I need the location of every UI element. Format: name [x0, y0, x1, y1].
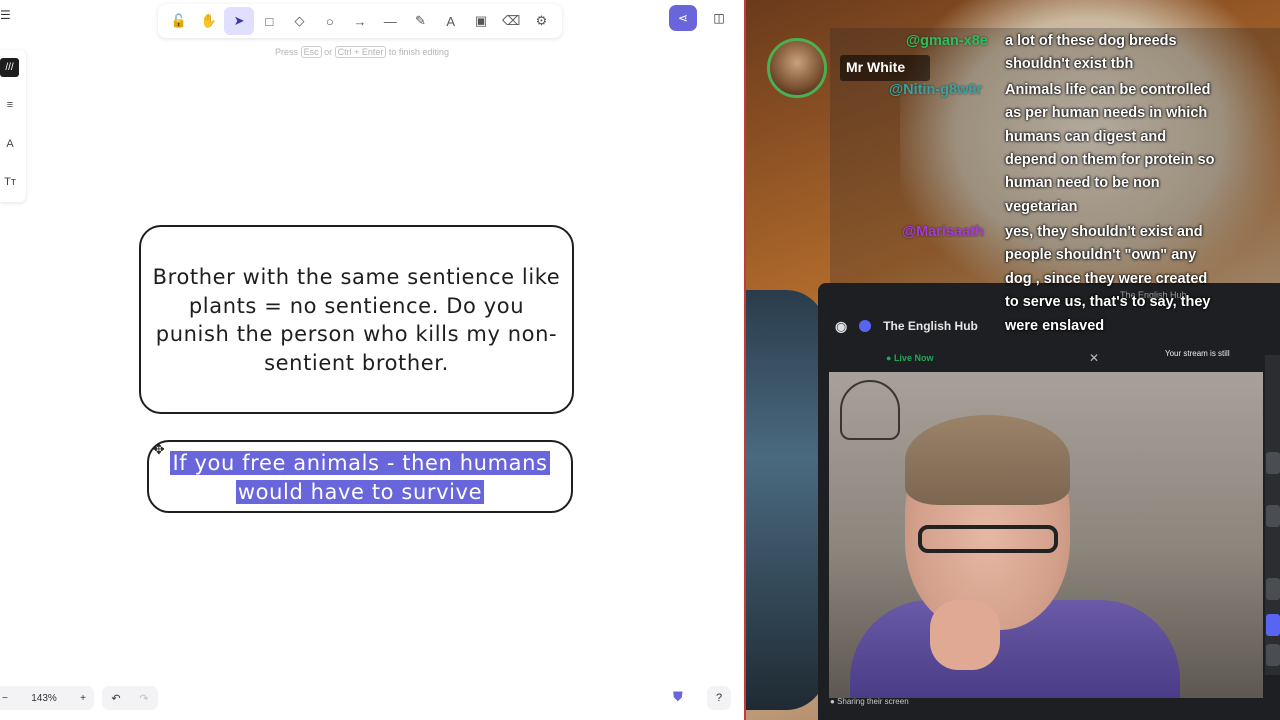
- hint-suffix: to finish editing: [388, 47, 449, 57]
- chat-line: as per human needs in which: [1005, 105, 1208, 121]
- strip-item[interactable]: [1266, 452, 1280, 474]
- select-icon[interactable]: ➤: [224, 7, 254, 35]
- undo-icon[interactable]: ↶: [111, 692, 120, 705]
- hand-icon[interactable]: ✋: [194, 7, 223, 35]
- share-button[interactable]: ⋖: [669, 5, 697, 31]
- strip-item[interactable]: [1266, 644, 1280, 666]
- chat-user: @Marisaath: [902, 224, 984, 240]
- server-name: The English Hub: [883, 319, 978, 333]
- zoom-level[interactable]: 143%: [31, 693, 57, 704]
- discord-footer: ● Sharing their screen: [830, 697, 909, 706]
- drawing-toolbar: 🔓 ✋ ➤ □ ◇ ○ → — ✎ A ▣ ⌫ ⚙: [158, 4, 562, 38]
- shield-icon[interactable]: ⛊: [673, 689, 689, 707]
- move-cursor-icon: ✥: [153, 441, 165, 457]
- editing-hint: Press Esc or Ctrl + Enter to finish edit…: [262, 46, 462, 58]
- streamer-name: Mr White: [840, 55, 930, 81]
- person-glasses: [918, 525, 1058, 553]
- text-card-brother[interactable]: Brother with the same sentience like pla…: [139, 225, 574, 414]
- selected-text-line-2[interactable]: would have to survive: [235, 479, 485, 504]
- chat-user: @Nitin-g8w0r: [889, 82, 983, 98]
- live-label: Live Now: [893, 353, 934, 363]
- chat-line: depend on them for protein so: [1005, 152, 1215, 168]
- diamond-icon[interactable]: ◇: [285, 7, 314, 35]
- card-text: Brother with the same sentience like pla…: [152, 265, 561, 375]
- hint-or: or: [324, 47, 333, 57]
- chat-line: were enslaved: [1005, 318, 1105, 334]
- lock-icon[interactable]: 🔓: [164, 7, 193, 35]
- zoom-out-button[interactable]: −: [2, 693, 8, 704]
- chat-user: @gman-x8e: [906, 33, 988, 49]
- strip-item[interactable]: [1266, 505, 1280, 527]
- close-icon[interactable]: ✕: [1089, 351, 1099, 365]
- help-button[interactable]: ?: [707, 686, 731, 710]
- chat-line: shouldn't exist tbh: [1005, 56, 1134, 72]
- hint-text: Press: [275, 47, 299, 57]
- line-icon[interactable]: —: [376, 7, 405, 35]
- stroke-icon[interactable]: ///: [0, 58, 19, 77]
- chat-line: humans can digest and: [1005, 129, 1167, 145]
- ellipse-icon[interactable]: ○: [315, 7, 344, 35]
- library-icon: ◫: [713, 11, 725, 25]
- extra-tools-icon[interactable]: ⚙: [527, 7, 556, 35]
- sharing-label: Sharing their screen: [837, 697, 909, 706]
- pencil-icon[interactable]: ✎: [406, 7, 435, 35]
- chat-line: yes, they shouldn't exist and: [1005, 224, 1203, 240]
- redo-icon[interactable]: ↷: [139, 692, 148, 705]
- chat-line: vegetarian: [1005, 199, 1078, 215]
- history-controls: ↶ ↷: [102, 686, 158, 710]
- lamp-shape: [840, 380, 900, 440]
- arrow-icon[interactable]: →: [345, 7, 374, 35]
- stream-note: Your stream is still: [1165, 349, 1230, 358]
- text-icon[interactable]: A: [436, 7, 465, 35]
- discord-logo-icon: ◉: [835, 317, 848, 334]
- streamer-avatar: [767, 38, 827, 98]
- live-status: ● Live Now: [886, 353, 934, 363]
- strip-item[interactable]: [1266, 614, 1280, 636]
- background-shark-image: [746, 290, 826, 710]
- chat-line: human need to be non: [1005, 175, 1160, 191]
- font-size-icon[interactable]: Tт: [0, 172, 20, 192]
- properties-panel: /// ≡ A Tт: [0, 50, 26, 202]
- zoom-in-button[interactable]: +: [80, 693, 86, 704]
- zoom-controls: − 143% +: [0, 686, 94, 710]
- chat-line: people shouldn't "own" any: [1005, 247, 1197, 263]
- ctrl-enter-key: Ctrl + Enter: [334, 46, 387, 58]
- discord-header: ◉ The English Hub: [835, 316, 978, 336]
- person-hair: [905, 415, 1070, 505]
- strip-item[interactable]: [1266, 578, 1280, 600]
- library-button[interactable]: ◫: [706, 5, 732, 31]
- chat-line: to serve us, that's to say, they: [1005, 294, 1211, 310]
- eraser-icon[interactable]: ⌫: [497, 7, 526, 35]
- sliders-icon[interactable]: ≡: [0, 95, 20, 115]
- image-icon[interactable]: ▣: [466, 7, 495, 35]
- chat-line: Animals life can be controlled: [1005, 82, 1211, 98]
- server-icon: [859, 320, 872, 332]
- chat-line: dog , since they were created: [1005, 271, 1208, 287]
- text-card-editing[interactable]: If you free animals - then humans would …: [147, 440, 573, 513]
- whiteboard-app: ☰ 🔓 ✋ ➤ □ ◇ ○ → — ✎ A ▣ ⌫ ⚙ Press Esc or…: [0, 0, 746, 720]
- person-hands: [930, 600, 1000, 670]
- share-icon: ⋖: [677, 11, 689, 25]
- rectangle-icon[interactable]: □: [255, 7, 284, 35]
- hamburger-menu-icon[interactable]: ☰: [0, 8, 12, 26]
- chat-line: a lot of these dog breeds: [1005, 33, 1177, 49]
- esc-key: Esc: [300, 46, 322, 58]
- selected-text-line-1[interactable]: If you free animals - then humans: [170, 451, 550, 475]
- help-icon: ?: [715, 692, 723, 704]
- font-icon[interactable]: A: [0, 134, 20, 154]
